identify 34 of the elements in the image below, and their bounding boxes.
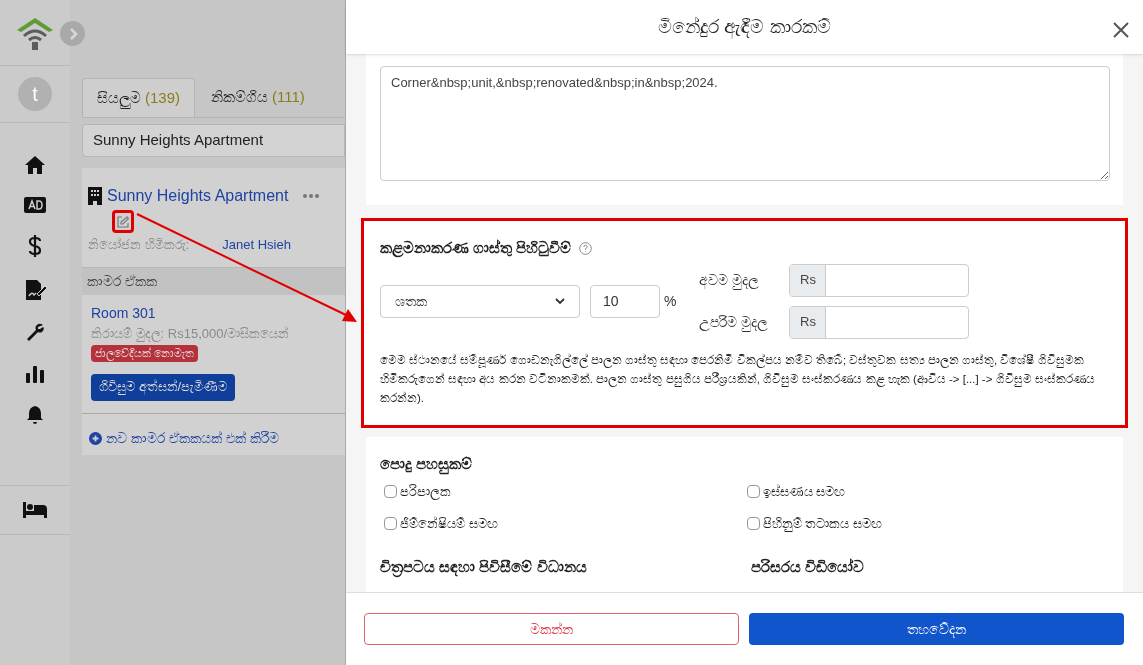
max-amount-field[interactable]: Rs (789, 305, 970, 339)
section-title: පොදු පහසුකම් (380, 453, 1109, 476)
search-field[interactable]: Sunny Heights Apartment (82, 124, 345, 157)
property-name[interactable]: Sunny Heights Apartment (107, 184, 289, 208)
currency-addon: Rs (790, 306, 827, 338)
max-amount-label: උපරිම මුදල (699, 312, 770, 333)
tab[interactable]: සියලුම (139) (82, 78, 196, 117)
cancel-button[interactable]: මකන්න (364, 613, 739, 645)
manager-label: නියෝජන හිමිකරු: (88, 236, 190, 254)
amenity-option[interactable]: පිහිනුම් තටාකය සමඟ (746, 514, 1109, 534)
tab[interactable]: නිකම්ගිය (111) (195, 78, 321, 117)
contract-button[interactable]: ගිවිසුම අත්සන්/පැමිණීම (91, 373, 236, 401)
fee-type-select[interactable]: ශතක (380, 284, 580, 318)
units-header: කාමර ඒකක (82, 266, 345, 295)
modal-title: මිනේදුර ඇඳීම කාරකම් (658, 14, 831, 41)
notes-field[interactable]: Corner&nbsp;unit,&nbsp;renovated&nbsp;in&nbsp;2024. (380, 66, 1110, 181)
status-badge: ජාලවේදියක් නොමැත (91, 345, 199, 362)
percent-sign: % (664, 291, 677, 311)
min-amount-label: අවම මුදල (699, 270, 761, 291)
section-title: චිත්‍රපටය සඳහා පිවිසීමේ විධානය (380, 555, 745, 578)
add-unit-link[interactable]: නව කාමර ඒකකයක් එක් කිරීම (106, 427, 279, 449)
amenity-option[interactable]: පරිපාලක (384, 481, 747, 501)
amenity-option[interactable]: ජිම්නේෂියම් සමඟ (384, 514, 747, 534)
min-amount-field[interactable]: Rs (789, 263, 970, 297)
section-title: පරිසරය විඩියෝව (749, 556, 865, 577)
section-title: කළමනාකරණ ගාස්තු පිහිටුවීම් (380, 238, 572, 260)
unit-rent: කිරායම් මුදල: Rs15,000/මාසිකයෙන් (91, 324, 290, 343)
unit-name[interactable]: Room 301 (91, 302, 156, 324)
currency-addon: Rs (790, 264, 827, 296)
manager-link[interactable]: Janet Hsieh (222, 235, 291, 255)
percent-field[interactable]: 10 (590, 284, 660, 318)
fee-description: මෙම ස්ථානයේ සම්පූර්ණ ගොඩනැගිල්ලේ පාලන ගාස්තු සඳහා පෙරනිමි විකල්පය නම්ව තිබේ; වස්තුවක සත්‍ය පාලන ගාස්තු, විශේෂී ගිවිසුමක හිමිකරුගෙන් සඳහා අය කරන වටිනාකමක්. පාලන ගාස්තු පසුගිය පරීශ්‍රයකින්, ගිවිසුම සංස්කරණය කළ හැක (ආවිය -> [...] -> ගිවිසුම සංස්කරණය කරන්න). (380, 352, 1096, 406)
submit-button[interactable]: තහවේදන (749, 613, 1124, 645)
amenity-option[interactable]: ඉස්සණය සමඟ (746, 481, 1109, 501)
